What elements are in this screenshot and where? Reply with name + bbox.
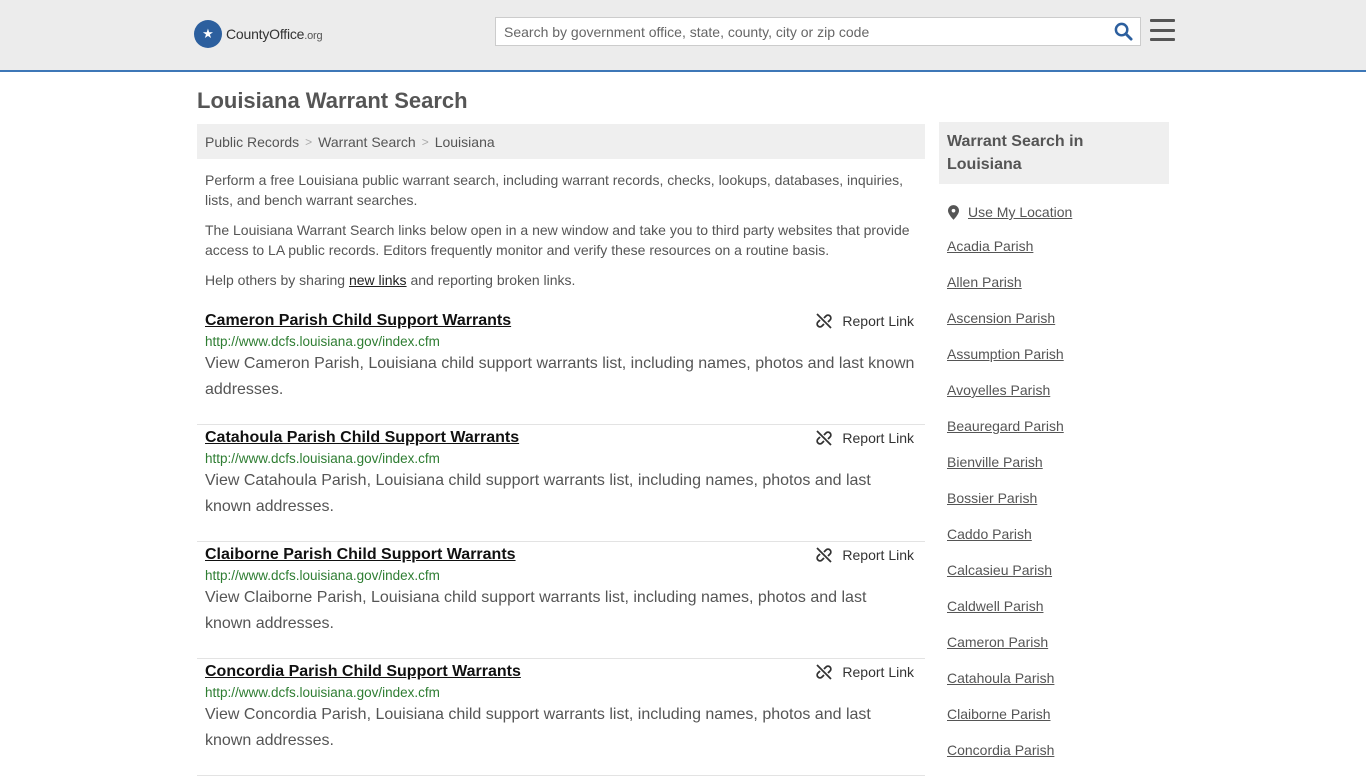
list-item: Bossier Parish xyxy=(947,480,1169,516)
parish-link[interactable]: Calcasieu Parish xyxy=(947,562,1052,578)
new-links-link[interactable]: new links xyxy=(349,272,407,288)
parish-link[interactable]: Allen Parish xyxy=(947,274,1022,290)
list-item: Beauregard Parish xyxy=(947,408,1169,444)
result-item: Concordia Parish Child Support Warrants … xyxy=(197,659,925,776)
report-link-label: Report Link xyxy=(842,547,914,563)
intro-paragraph-3: Help others by sharing new links and rep… xyxy=(205,270,917,290)
report-link-label: Report Link xyxy=(842,664,914,680)
breadcrumb-current: Louisiana xyxy=(434,133,495,150)
result-description: View Concordia Parish, Louisiana child s… xyxy=(205,706,871,749)
broken-link-icon xyxy=(816,664,833,680)
result-item: Claiborne Parish Child Support Warrants … xyxy=(197,542,925,659)
seal-logo-icon: ★ xyxy=(194,20,222,48)
list-item: Avoyelles Parish xyxy=(947,372,1169,408)
result-title-link[interactable]: Catahoula Parish Child Support Warrants xyxy=(205,429,519,447)
report-link-button[interactable]: Report Link xyxy=(816,664,914,680)
intro-paragraph-1: Perform a free Louisiana public warrant … xyxy=(205,172,904,208)
result-url: http://www.dcfs.louisiana.gov/index.cfm xyxy=(205,334,440,349)
list-item: Acadia Parish xyxy=(947,228,1169,264)
list-item: Allen Parish xyxy=(947,264,1169,300)
report-link-button[interactable]: Report Link xyxy=(816,430,914,446)
breadcrumb-warrant-search[interactable]: Warrant Search xyxy=(318,134,416,150)
parish-link[interactable]: Bossier Parish xyxy=(947,490,1037,506)
broken-link-icon xyxy=(816,430,833,446)
report-link-button[interactable]: Report Link xyxy=(816,547,914,563)
menu-icon[interactable] xyxy=(1150,19,1175,41)
list-item: Caldwell Parish xyxy=(947,588,1169,624)
report-link-label: Report Link xyxy=(842,430,914,446)
broken-link-icon xyxy=(816,313,833,329)
report-link-button[interactable]: Report Link xyxy=(816,313,914,329)
result-title-link[interactable]: Claiborne Parish Child Support Warrants xyxy=(205,546,516,564)
use-location-row: Use My Location xyxy=(939,204,1169,220)
broken-link-icon xyxy=(816,547,833,563)
logo-tld: .org xyxy=(304,30,323,42)
result-title-link[interactable]: Cameron Parish Child Support Warrants xyxy=(205,312,511,330)
results-list: Cameron Parish Child Support Warrants Re… xyxy=(197,308,925,776)
list-item: Ascension Parish xyxy=(947,300,1169,336)
intro-text: and reporting broken links. xyxy=(406,272,576,288)
breadcrumb: Public Records > Warrant Search > Louisi… xyxy=(197,124,925,159)
use-my-location-link[interactable]: Use My Location xyxy=(968,204,1072,220)
search-input[interactable] xyxy=(496,18,1106,45)
result-item: Catahoula Parish Child Support Warrants … xyxy=(197,425,925,542)
result-description: View Cameron Parish, Louisiana child sup… xyxy=(205,355,915,398)
result-url: http://www.dcfs.louisiana.gov/index.cfm xyxy=(205,685,440,700)
list-item: Bienville Parish xyxy=(947,444,1169,480)
logo-text: CountyOffice.org xyxy=(226,26,323,42)
parish-list: Acadia Parish Allen Parish Ascension Par… xyxy=(939,228,1169,768)
sidebar-title: Warrant Search in Louisiana xyxy=(939,122,1169,184)
parish-link[interactable]: Catahoula Parish xyxy=(947,670,1054,686)
result-item: Cameron Parish Child Support Warrants Re… xyxy=(197,308,925,425)
page-title: Louisiana Warrant Search xyxy=(197,88,468,113)
search-button[interactable] xyxy=(1106,18,1140,45)
logo-brand: CountyOffice xyxy=(226,26,305,42)
result-url: http://www.dcfs.louisiana.gov/index.cfm xyxy=(205,451,440,466)
result-url: http://www.dcfs.louisiana.gov/index.cfm xyxy=(205,568,440,583)
parish-link[interactable]: Ascension Parish xyxy=(947,310,1055,326)
result-description: View Claiborne Parish, Louisiana child s… xyxy=(205,589,867,632)
search-bar xyxy=(495,17,1141,46)
parish-link[interactable]: Acadia Parish xyxy=(947,238,1033,254)
parish-link[interactable]: Concordia Parish xyxy=(947,742,1054,758)
report-link-label: Report Link xyxy=(842,313,914,329)
breadcrumb-separator: > xyxy=(421,134,429,149)
parish-link[interactable]: Bienville Parish xyxy=(947,454,1043,470)
list-item: Cameron Parish xyxy=(947,624,1169,660)
intro-text: Help others by sharing xyxy=(205,272,349,288)
result-description: View Catahoula Parish, Louisiana child s… xyxy=(205,472,871,515)
location-pin-icon xyxy=(948,204,959,220)
breadcrumb-separator: > xyxy=(305,134,313,149)
search-icon xyxy=(1114,22,1133,41)
result-title-link[interactable]: Concordia Parish Child Support Warrants xyxy=(205,663,521,681)
site-logo[interactable]: ★ CountyOffice.org xyxy=(194,20,323,48)
breadcrumb-public-records[interactable]: Public Records xyxy=(205,134,299,150)
sidebar: Warrant Search in Louisiana Use My Locat… xyxy=(939,122,1169,768)
list-item: Calcasieu Parish xyxy=(947,552,1169,588)
list-item: Assumption Parish xyxy=(947,336,1169,372)
parish-link[interactable]: Claiborne Parish xyxy=(947,706,1051,722)
intro-paragraph-2: The Louisiana Warrant Search links below… xyxy=(205,222,910,258)
parish-link[interactable]: Assumption Parish xyxy=(947,346,1064,362)
parish-link[interactable]: Cameron Parish xyxy=(947,634,1048,650)
list-item: Caddo Parish xyxy=(947,516,1169,552)
list-item: Concordia Parish xyxy=(947,732,1169,768)
list-item: Claiborne Parish xyxy=(947,696,1169,732)
parish-link[interactable]: Beauregard Parish xyxy=(947,418,1064,434)
parish-link[interactable]: Caldwell Parish xyxy=(947,598,1043,614)
list-item: Catahoula Parish xyxy=(947,660,1169,696)
parish-link[interactable]: Avoyelles Parish xyxy=(947,382,1050,398)
site-header: ★ CountyOffice.org xyxy=(0,0,1366,72)
parish-link[interactable]: Caddo Parish xyxy=(947,526,1032,542)
